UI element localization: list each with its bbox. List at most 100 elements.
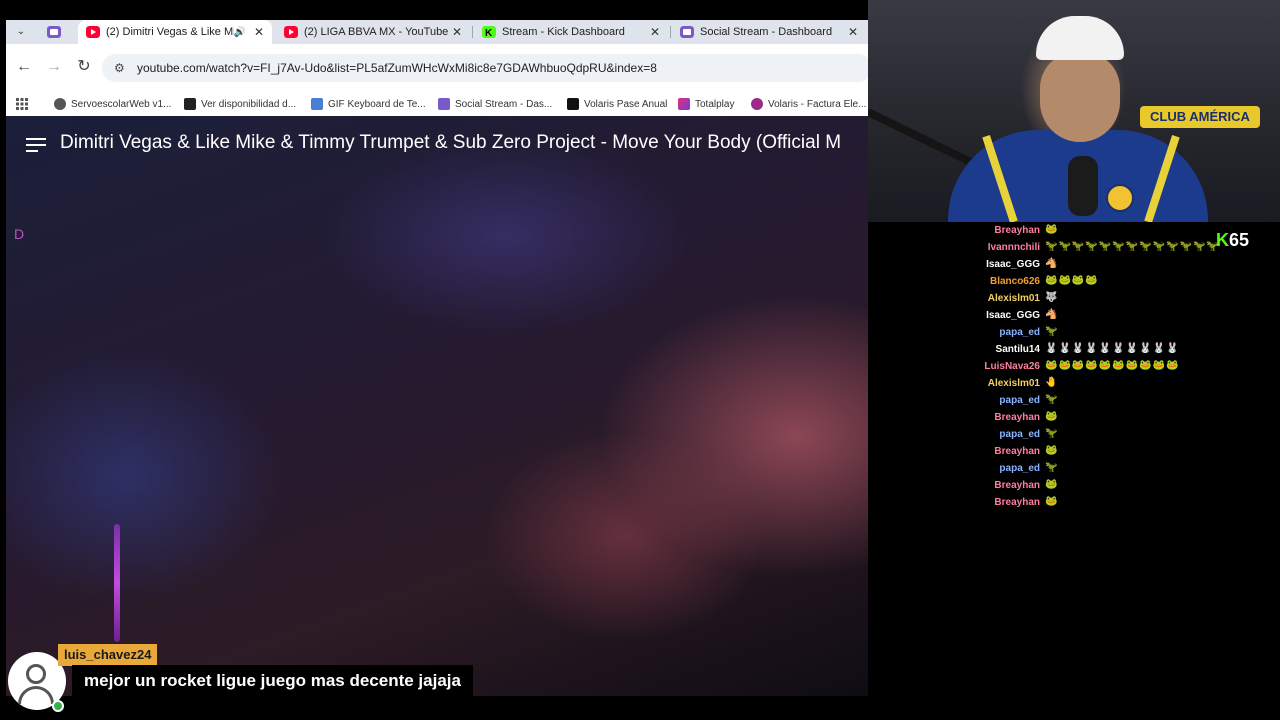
- tab-label: Stream - Kick Dashboard: [502, 26, 625, 38]
- chat-emotes: 🐸: [1045, 411, 1059, 422]
- site-info-icon[interactable]: ⚙: [114, 61, 125, 75]
- reload-icon[interactable]: ↻: [74, 57, 94, 77]
- globe-icon: [54, 98, 66, 110]
- close-tab-icon[interactable]: ✕: [648, 25, 662, 39]
- bookmarks-bar: ServoescolarWeb v1... Ver disponibilidad…: [6, 92, 868, 116]
- bookmark-label: Volaris - Factura Ele...: [768, 98, 867, 110]
- chat-emotes: 🐺: [1045, 292, 1059, 303]
- social-stream-icon: [680, 26, 694, 38]
- chat-emotes: 🦖: [1045, 462, 1059, 473]
- chat-message: papa_ed 🦖: [900, 392, 1280, 408]
- close-tab-icon[interactable]: ✕: [450, 25, 464, 39]
- chat-message: Breayhan 🐸: [900, 477, 1280, 493]
- tab-separator: [472, 26, 473, 38]
- video-title[interactable]: Dimitri Vegas & Like Mike & Timmy Trumpe…: [60, 132, 841, 154]
- browser-window: ⌄ (2) Dimitri Vegas & Like Mi 🔊 ✕ (2) LI…: [6, 20, 868, 116]
- streamer-cap: [1036, 16, 1124, 60]
- playlist-menu-icon[interactable]: [26, 138, 46, 154]
- tab-liga-bbva[interactable]: (2) LIGA BBVA MX - YouTube ✕: [276, 20, 470, 44]
- chat-username: Breayhan: [994, 224, 1040, 236]
- forward-arrow-icon[interactable]: →: [44, 57, 64, 77]
- chat-emotes: 🦖: [1045, 394, 1059, 405]
- chat-message: Alexislm01 🐺: [900, 290, 1280, 306]
- speaker-icon[interactable]: 🔊: [234, 27, 246, 38]
- chat-message: LuisNava26 🐸🐸🐸🐸🐸🐸🐸🐸🐸🐸: [900, 358, 1280, 374]
- chat-overlay: Breayhan 🐸 Ivannnchili 🦖🦖🦖🦖🦖🦖🦖🦖🦖🦖🦖🦖🦖 Isaac_G…: [900, 222, 1280, 522]
- tab-kick-dashboard[interactable]: K Stream - Kick Dashboard ✕: [474, 20, 668, 44]
- kick-icon: K: [482, 26, 496, 38]
- chat-message: Isaac_GGG 🐴: [900, 307, 1280, 323]
- microphone-icon: [1068, 156, 1098, 216]
- highlight-message: mejor un rocket ligue juego mas decente …: [72, 665, 473, 697]
- highlight-username: luis_chavez24: [58, 644, 158, 666]
- chat-username: LuisNava26: [984, 360, 1040, 372]
- chat-username: Breayhan: [994, 496, 1040, 508]
- youtube-icon: [284, 26, 298, 38]
- kick-counter: K65: [1216, 230, 1249, 251]
- chat-username: Isaac_GGG: [986, 258, 1040, 270]
- bookmark-totalplay[interactable]: Totalplay: [678, 96, 734, 112]
- chat-emotes: 🐸: [1045, 224, 1059, 235]
- bookmark-gif-keyboard[interactable]: GIF Keyboard de Te...: [311, 96, 426, 112]
- address-bar[interactable]: ⚙ youtube.com/watch?v=FI_j7Av-Udo&list=P…: [102, 54, 868, 82]
- kick-counter-value: 65: [1229, 230, 1250, 250]
- bookmark-label: GIF Keyboard de Te...: [328, 98, 426, 110]
- tab-search-icon[interactable]: ⌄: [12, 24, 30, 40]
- streamer-face: [1040, 52, 1120, 142]
- chat-message: papa_ed 🦖: [900, 460, 1280, 476]
- chat-emotes: 🐴: [1045, 309, 1059, 320]
- chat-username: Blanco626: [989, 275, 1040, 287]
- purple-light-streak: [114, 524, 120, 642]
- svg-text:K: K: [485, 28, 493, 38]
- youtube-icon: [86, 26, 100, 38]
- bookmark-servoescolar[interactable]: ServoescolarWeb v1...: [54, 96, 171, 112]
- bookmark-social-stream[interactable]: Social Stream - Das...: [438, 96, 552, 112]
- chat-username: Isaac_GGG: [986, 309, 1040, 321]
- chat-emotes: 🐸: [1045, 496, 1059, 507]
- apple-icon: [184, 98, 196, 110]
- chat-message: Breayhan 🐸: [900, 409, 1280, 425]
- totalplay-icon: [678, 98, 690, 110]
- pinned-tab-social-stream-icon[interactable]: [46, 25, 62, 39]
- chat-emotes: 🐴: [1045, 258, 1059, 269]
- chat-emotes: 🐸🐸🐸🐸🐸🐸🐸🐸🐸🐸: [1045, 360, 1180, 371]
- url-text[interactable]: youtube.com/watch?v=FI_j7Av-Udo&list=PL5…: [137, 61, 657, 75]
- chat-message: Isaac_GGG 🐴: [900, 256, 1280, 272]
- chat-emotes: 🐸🐸🐸🐸: [1045, 275, 1099, 286]
- chat-emotes: 🤚: [1045, 377, 1059, 388]
- chat-message: papa_ed 🦖: [900, 426, 1280, 442]
- chat-username: Breayhan: [994, 445, 1040, 457]
- tab-separator: [670, 26, 671, 38]
- bookmark-ver-disponibilidad[interactable]: Ver disponibilidad d...: [184, 96, 296, 112]
- chat-username: Santilu14: [995, 343, 1040, 355]
- chat-emotes: 🐰🐰🐰🐰🐰🐰🐰🐰🐰🐰: [1045, 343, 1180, 354]
- chat-emotes: 🦖: [1045, 326, 1059, 337]
- kick-icon: K: [1216, 230, 1229, 250]
- tab-dimitri-vegas[interactable]: (2) Dimitri Vegas & Like Mi 🔊 ✕: [78, 20, 272, 44]
- close-tab-icon[interactable]: ✕: [846, 25, 860, 39]
- chat-emotes: 🦖: [1045, 428, 1059, 439]
- social-stream-icon: [438, 98, 450, 110]
- tab-label: (2) LIGA BBVA MX - YouTube: [304, 26, 449, 38]
- chat-username: Breayhan: [994, 479, 1040, 491]
- bookmark-label: Totalplay: [695, 98, 735, 110]
- bookmark-label: Volaris Pase Anual: [584, 98, 668, 110]
- bookmark-volaris-factura[interactable]: Volaris - Factura Ele...: [751, 96, 866, 112]
- bookmark-label: Ver disponibilidad d...: [201, 98, 297, 110]
- video-player[interactable]: Dimitri Vegas & Like Mike & Timmy Trumpe…: [6, 116, 868, 696]
- apps-grid-icon[interactable]: [16, 96, 28, 112]
- chat-username: papa_ed: [999, 326, 1040, 338]
- gif-icon: [311, 98, 323, 110]
- chat-message: Breayhan 🐸: [900, 443, 1280, 459]
- browser-toolbar: ← → ↻ ⚙ youtube.com/watch?v=FI_j7Av-Udo&…: [6, 44, 868, 92]
- chat-message: Breayhan 🐸: [900, 494, 1280, 510]
- volaris-icon: [567, 98, 579, 110]
- bookmark-volaris-pase[interactable]: Volaris Pase Anual: [567, 96, 667, 112]
- tab-social-stream[interactable]: Social Stream - Dashboard ✕: [672, 20, 866, 44]
- bookmark-label: Social Stream - Das...: [455, 98, 553, 110]
- chat-username: papa_ed: [999, 428, 1040, 440]
- chat-message: Blanco626 🐸🐸🐸🐸: [900, 273, 1280, 289]
- back-arrow-icon[interactable]: ←: [14, 57, 34, 77]
- close-tab-icon[interactable]: ✕: [252, 25, 266, 39]
- avatar-head: [26, 664, 46, 684]
